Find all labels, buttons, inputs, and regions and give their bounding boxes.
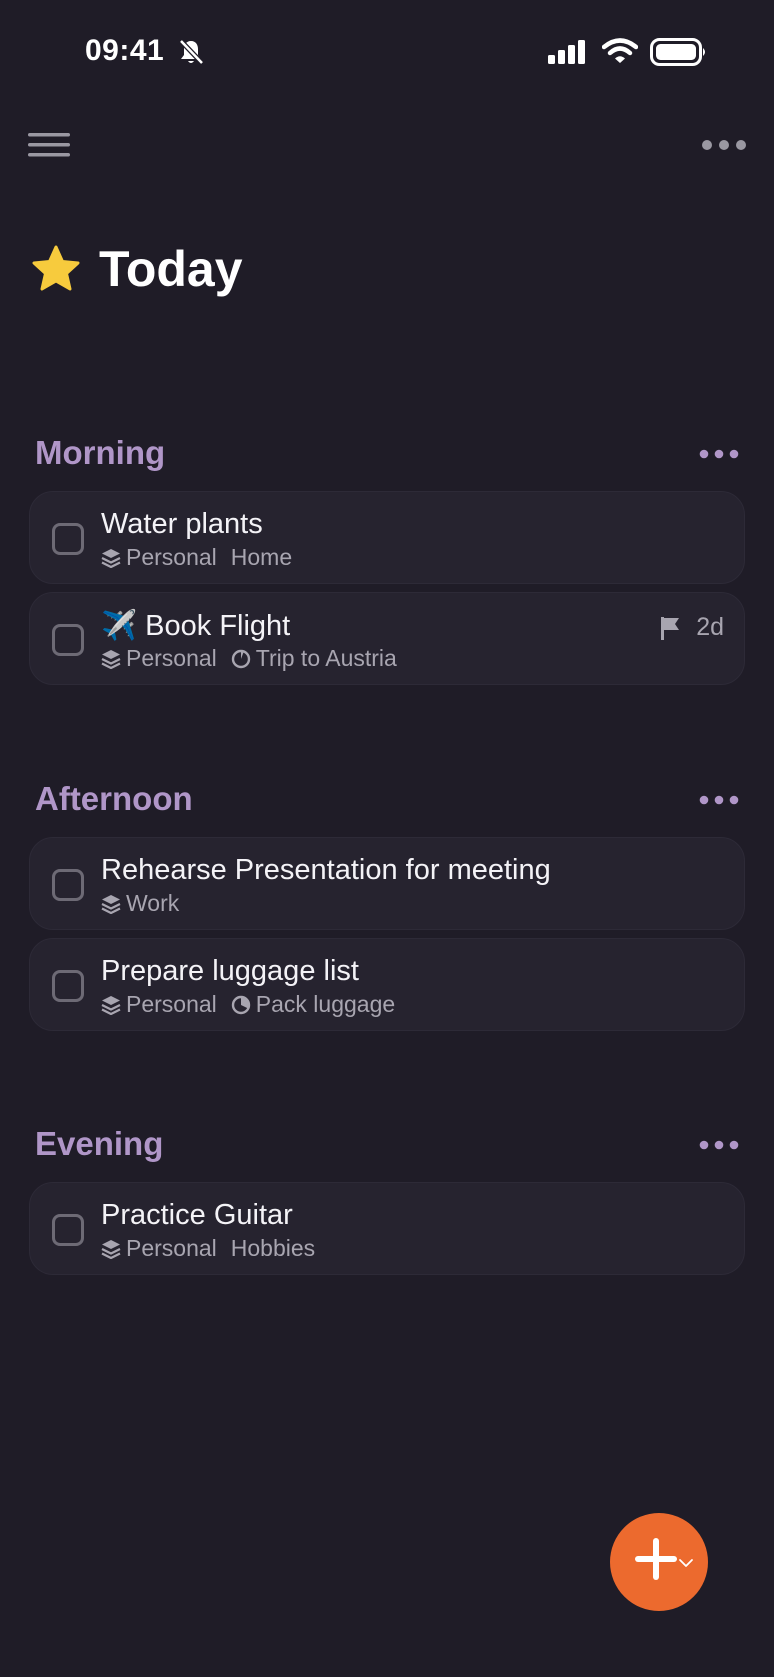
clock-icon [231, 995, 250, 1014]
task-checkbox[interactable] [52, 970, 84, 1002]
task-meta: Personal Trip to Austria [101, 645, 397, 672]
task-title: ✈️ Book Flight [101, 610, 291, 642]
task-meta: Personal Home [101, 544, 292, 571]
star-icon [32, 245, 80, 291]
section-header-morning: Morning [35, 434, 745, 478]
task-checkbox[interactable] [52, 1214, 84, 1246]
plus-icon [635, 1538, 677, 1580]
task-project: Pack luggage [255, 991, 396, 1017]
task-meta: Work [101, 890, 179, 917]
battery-icon [650, 38, 705, 66]
layers-icon [101, 894, 121, 914]
task-area: Work [126, 890, 180, 916]
layers-icon [101, 548, 121, 568]
layers-icon [101, 995, 121, 1015]
clock-icon [231, 649, 250, 668]
task-card[interactable]: Prepare luggage list Personal Pack lugga… [29, 938, 745, 1031]
task-card[interactable]: Practice Guitar Personal Hobbies [29, 1182, 745, 1275]
chevron-down-icon [679, 1559, 693, 1567]
wifi-icon [602, 38, 638, 63]
task-meta: Personal Hobbies [101, 1235, 315, 1262]
task-area: Personal [126, 544, 217, 570]
task-area: Personal [126, 645, 217, 671]
layers-icon [101, 649, 121, 669]
task-checkbox[interactable] [52, 869, 84, 901]
section-more-button[interactable] [699, 444, 739, 464]
task-title: Rehearse Presentation for meeting [101, 854, 551, 886]
menu-button[interactable] [27, 130, 73, 160]
section-header-afternoon: Afternoon [35, 780, 745, 824]
layers-icon [101, 1239, 121, 1259]
section-header-evening: Evening [35, 1125, 745, 1169]
task-card[interactable]: Water plants Personal Home [29, 491, 745, 584]
today-screen: 09:41 Today Morning Water plants Persona… [0, 0, 774, 1677]
task-title: Water plants [101, 508, 263, 540]
task-checkbox[interactable] [52, 523, 84, 555]
section-more-button[interactable] [699, 790, 739, 810]
flag-icon [661, 616, 680, 640]
task-area: Personal [126, 991, 217, 1017]
status-time: 09:41 [85, 34, 165, 67]
task-card[interactable]: ✈️ Book Flight Personal Trip to Austria … [29, 592, 745, 685]
task-checkbox[interactable] [52, 624, 84, 656]
section-title: Evening [35, 1125, 164, 1162]
task-area: Personal [126, 1235, 217, 1261]
section-more-button[interactable] [699, 1135, 739, 1155]
add-task-button[interactable] [610, 1513, 708, 1611]
deadline-badge: 2d [660, 613, 724, 642]
more-options-button[interactable] [700, 132, 748, 158]
task-meta: Personal Pack luggage [101, 991, 395, 1018]
task-card[interactable]: Rehearse Presentation for meeting Work [29, 837, 745, 930]
task-title: Practice Guitar [101, 1199, 293, 1231]
bell-muted-icon [179, 39, 204, 65]
page-title: Today [99, 241, 243, 297]
section-title: Afternoon [35, 780, 193, 817]
section-title: Morning [35, 434, 166, 471]
status-bar: 09:41 [0, 0, 774, 100]
page-header: Today [31, 238, 243, 300]
signal-icon [548, 40, 585, 64]
task-project: Trip to Austria [255, 645, 397, 671]
deadline-text: 2d [696, 613, 724, 641]
task-project: Hobbies [230, 1235, 316, 1261]
task-title: Prepare luggage list [101, 955, 359, 987]
task-project: Home [230, 544, 293, 570]
